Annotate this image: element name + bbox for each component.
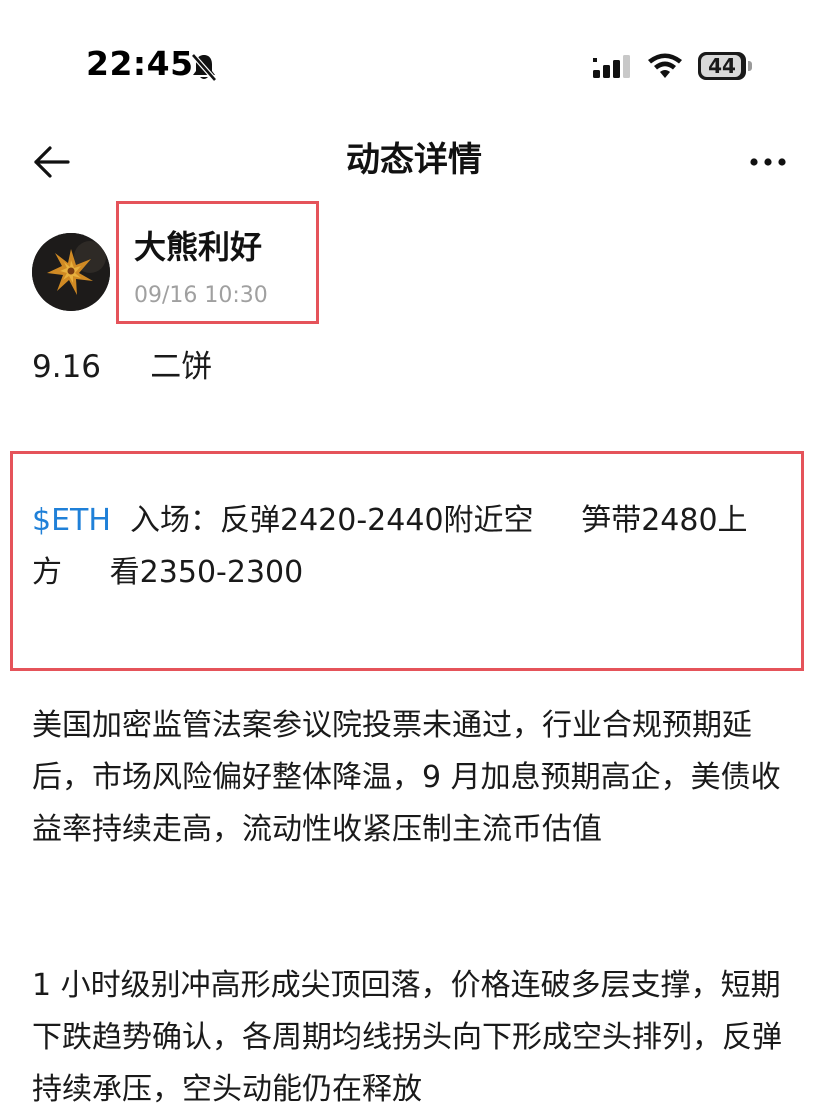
ticker-link[interactable]: $ETH <box>32 503 111 538</box>
post-timestamp: 09/16 10:30 <box>134 283 268 308</box>
trade-line-2: 方 看2350-2300 <box>32 555 304 590</box>
author-avatar[interactable] <box>32 233 110 311</box>
wifi-icon <box>648 53 682 78</box>
page-title: 动态详情 <box>346 140 482 180</box>
trade-entry-text: 入场：反弹2420-2440附近空 笋带2480上 <box>110 503 748 538</box>
status-time: 22:45 <box>86 44 194 83</box>
status-bar: 22:45 44 <box>0 0 828 120</box>
post-paragraph-1: 美国加密监管法案参议院投票未通过，行业合规预期延后，市场风险偏好整体降温，9 月… <box>32 708 781 847</box>
bell-off-icon <box>191 53 217 82</box>
author-name[interactable]: 大熊利好 <box>134 224 262 270</box>
battery-cap <box>748 61 752 71</box>
battery-level: 44 <box>708 54 736 78</box>
battery-icon: 44 <box>698 52 754 82</box>
cellular-signal-icon <box>593 55 630 78</box>
trade-line-1: $ETH 入场：反弹2420-2440附近空 笋带2480上 <box>32 495 802 547</box>
avatar-image <box>32 233 110 311</box>
post-paragraph-2: 1 小时级别冲高形成尖顶回落，价格连破多层支撑，短期下跌趋势确认，各周期均线拐头… <box>32 968 782 1107</box>
more-dots-icon[interactable] <box>748 148 788 176</box>
trade-signal: $ETH 入场：反弹2420-2440附近空 笋带2480上 方 看2350-2… <box>32 495 802 599</box>
post-date-line: 9.16 二饼 <box>32 349 213 385</box>
